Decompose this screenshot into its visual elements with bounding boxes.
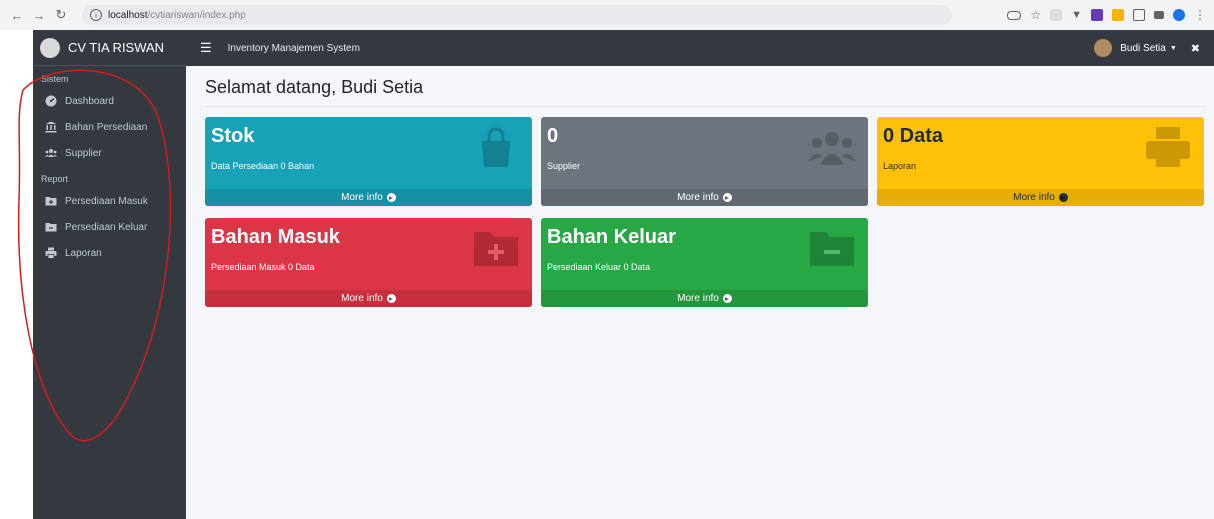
media-icon[interactable] <box>1154 11 1164 19</box>
puzzle-icon[interactable] <box>1133 9 1145 21</box>
extension-icon[interactable] <box>1091 9 1103 21</box>
folder-plus-icon <box>474 232 518 266</box>
brand-name: CV TIA RISWAN <box>68 40 165 55</box>
card-description: Data Persediaan 0 Bahan <box>211 161 315 171</box>
user-name: Budi Setia <box>1120 42 1166 54</box>
card-description: Persediaan Masuk 0 Data <box>211 262 315 272</box>
extension-icon[interactable] <box>1112 9 1124 21</box>
print-icon <box>1146 127 1190 167</box>
main-content: Selamat datang, Budi Setia Stok Data Per… <box>186 66 1214 519</box>
filter-icon[interactable]: ▼ <box>1071 9 1082 21</box>
sidebar: CV TIA RISWAN Sistem Dashboard Bahan Per… <box>17 30 186 519</box>
user-menu[interactable]: Budi Setia ▼ <box>1094 39 1177 57</box>
small-box-bahan-masuk: Bahan Masuk Persediaan Masuk 0 Data More… <box>205 218 532 307</box>
users-icon <box>808 132 856 165</box>
card-title: Bahan Masuk <box>211 226 340 248</box>
back-icon[interactable]: ← <box>8 6 26 24</box>
arrow-circle-right-icon <box>386 193 396 202</box>
menu-toggle-icon[interactable]: ☰ <box>200 40 212 56</box>
more-info-label: More info <box>677 192 719 203</box>
address-bar[interactable]: i localhost/cvtiariswan/index.php <box>82 5 952 25</box>
small-box-supplier: 0 Supplier More info <box>541 117 868 206</box>
reload-icon[interactable]: ↻ <box>52 6 70 24</box>
extension-icons: ☆ ▼ ⋮ <box>1007 8 1206 22</box>
more-info-link[interactable]: More info <box>877 189 1204 206</box>
bookmark-star-icon[interactable]: ☆ <box>1030 8 1041 22</box>
browser-toolbar: ← → ↻ i localhost/cvtiariswan/index.php … <box>0 0 1214 30</box>
more-info-link[interactable]: More info <box>205 290 532 307</box>
folder-minus-icon <box>810 232 854 266</box>
annotation-circle <box>17 69 172 442</box>
profile-icon[interactable] <box>1173 9 1185 21</box>
more-info-label: More info <box>1013 192 1055 203</box>
brand-logo <box>40 37 60 58</box>
card-description: Supplier <box>547 161 581 171</box>
arrow-circle-right-icon <box>386 294 396 303</box>
forward-icon[interactable]: → <box>30 6 48 24</box>
extension-icon[interactable] <box>1050 9 1063 21</box>
small-box-stok: Stok Data Persediaan 0 Bahan More info <box>205 117 532 206</box>
more-info-link[interactable]: More info <box>541 290 868 307</box>
arrow-circle-right-icon <box>722 193 732 202</box>
arrow-circle-right-icon <box>1058 193 1068 202</box>
fullscreen-icon[interactable]: ✖ <box>1191 42 1200 55</box>
url-host: localhost <box>108 9 148 21</box>
card-title: Bahan Keluar <box>547 226 676 248</box>
more-info-link[interactable]: More info <box>541 189 868 206</box>
page-title: Selamat datang, Budi Setia <box>205 77 424 97</box>
url-path: /cvtiariswan/index.php <box>147 9 246 21</box>
system-title: Inventory Manajemen System <box>227 42 360 54</box>
site-info-icon[interactable]: i <box>90 9 102 21</box>
small-box-bahan-keluar: Bahan Keluar Persediaan Keluar 0 Data Mo… <box>541 218 868 307</box>
avatar <box>1094 39 1113 57</box>
shopping-bag-icon <box>482 127 510 167</box>
password-key-icon[interactable] <box>1007 10 1022 20</box>
card-description: Persediaan Keluar 0 Data <box>547 262 651 272</box>
small-box-laporan: 0 Data Laporan More info <box>877 117 1204 206</box>
more-info-label: More info <box>341 192 383 203</box>
caret-down-icon: ▼ <box>1169 44 1177 52</box>
divider <box>205 106 1205 107</box>
more-icon[interactable]: ⋮ <box>1194 8 1206 22</box>
card-title: 0 <box>547 125 559 147</box>
arrow-circle-right-icon <box>722 294 732 303</box>
card-description: Laporan <box>883 161 917 171</box>
card-title: Stok <box>211 125 255 147</box>
card-title: 0 Data <box>883 125 944 147</box>
top-navbar: ☰ Inventory Manajemen System Budi Setia … <box>186 30 1214 66</box>
more-info-label: More info <box>677 293 719 304</box>
more-info-link[interactable]: More info <box>205 189 532 206</box>
more-info-label: More info <box>341 293 383 304</box>
